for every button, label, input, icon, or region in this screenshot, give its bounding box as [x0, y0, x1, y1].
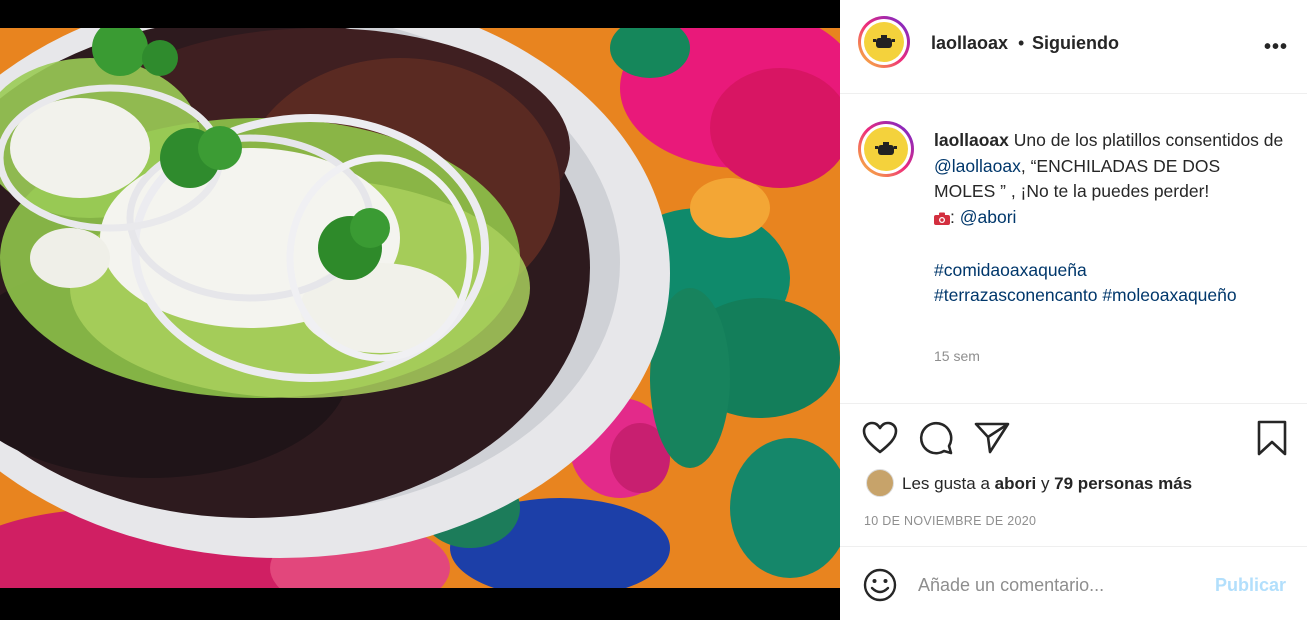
likes-prefix: Les gusta a: [902, 474, 990, 493]
header-separator: •: [1018, 33, 1025, 53]
hashtag-link[interactable]: #moleoaxaqueño: [1102, 285, 1236, 305]
photo-credit-link[interactable]: @abori: [960, 207, 1017, 227]
caption-mention-link[interactable]: @laollaoax: [934, 156, 1021, 176]
avatar-ring: [861, 19, 907, 65]
likes-others-link[interactable]: 79 personas más: [1054, 474, 1192, 493]
likes-mid: y: [1040, 474, 1050, 493]
comment-icon[interactable]: [918, 420, 954, 456]
comment-input[interactable]: Añade un comentario...: [918, 575, 1104, 596]
header-username[interactable]: laollaoax: [931, 33, 1008, 54]
profile-avatar[interactable]: [858, 16, 910, 68]
likes-summary: Les gusta a abori y 79 personas más: [902, 474, 1192, 494]
share-icon[interactable]: [974, 421, 1010, 455]
post-date: 10 DE NOVIEMBRE DE 2020: [864, 514, 1037, 528]
post-side-panel: laollaoax • Siguiendo ••• laollaoax Uno …: [840, 0, 1307, 620]
post-caption: laollaoax Uno de los platillos consentid…: [934, 128, 1284, 309]
caption-avatar[interactable]: [858, 121, 914, 177]
hashtag-link[interactable]: #comidaoaxaqueña: [934, 260, 1087, 280]
photo-credit-prefix: :: [950, 206, 955, 227]
pot-logo-icon: [864, 127, 908, 171]
caption-username[interactable]: laollaoax: [934, 130, 1009, 150]
post-time-ago: 15 sem: [934, 348, 980, 364]
emoji-icon[interactable]: [862, 567, 898, 603]
food-photo-illustration: [0, 28, 840, 588]
pot-logo-icon: [864, 22, 904, 62]
likes-user-link[interactable]: abori: [995, 474, 1037, 493]
hashtag-link[interactable]: #terrazasconencanto: [934, 285, 1097, 305]
post-photo[interactable]: [0, 28, 840, 588]
publish-button[interactable]: Publicar: [1215, 575, 1286, 596]
heart-icon[interactable]: [862, 421, 898, 455]
actions-divider: [840, 403, 1307, 405]
instagram-post-viewer: laollaoax • Siguiendo ••• laollaoax Uno …: [0, 0, 1307, 620]
pot-icon: [875, 142, 897, 155]
post-header: laollaoax • Siguiendo •••: [840, 0, 1307, 94]
liker-avatar[interactable]: [866, 469, 894, 497]
more-horizontal-icon[interactable]: •••: [1264, 36, 1288, 59]
camera-icon: [934, 207, 950, 233]
caption-text-part1: Uno de los platillos consentidos de: [1013, 130, 1284, 150]
avatar-ring: [861, 124, 911, 174]
pot-icon: [873, 35, 895, 48]
bookmark-icon[interactable]: [1256, 420, 1288, 456]
comment-bar: Añade un comentario... Publicar: [840, 546, 1307, 620]
follow-status-button[interactable]: Siguiendo: [1032, 33, 1119, 54]
